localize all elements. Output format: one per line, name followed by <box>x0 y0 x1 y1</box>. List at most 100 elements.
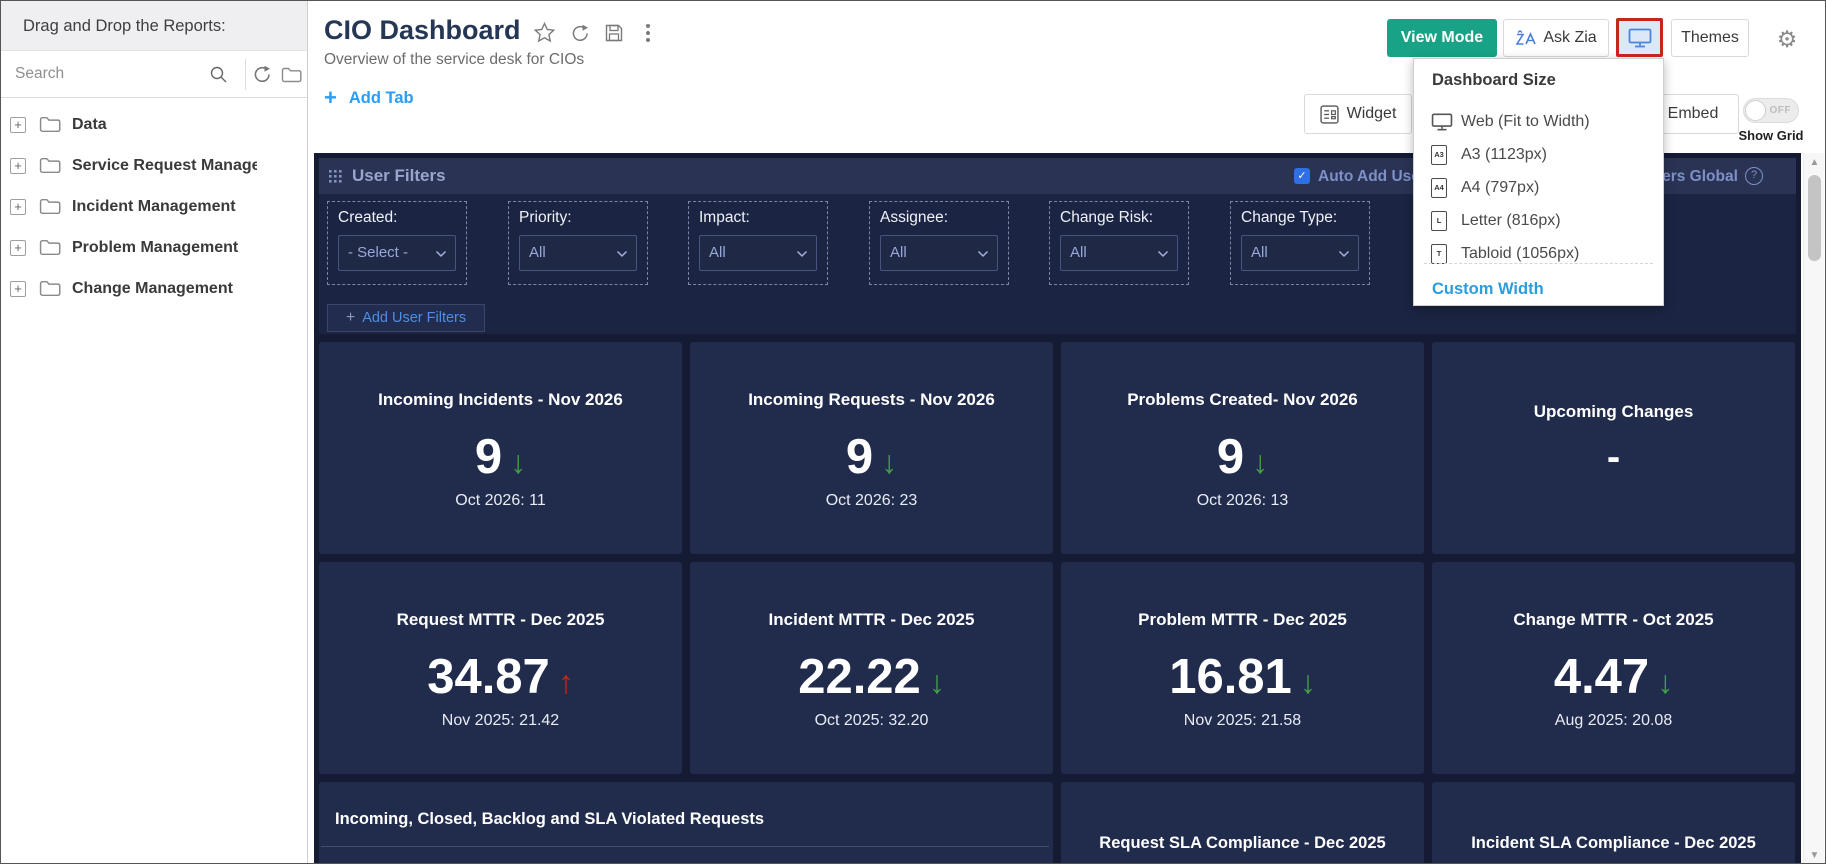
menu-item-a3[interactable]: A3 A3 (1123px) <box>1414 138 1663 171</box>
widget-icon <box>1319 104 1339 124</box>
refresh-icon[interactable] <box>253 65 272 84</box>
auto-add-checkbox[interactable]: ✓ <box>1294 168 1310 184</box>
view-mode-button[interactable]: View Mode <box>1387 19 1497 57</box>
filter-change-risk: Change Risk: All <box>1049 201 1189 285</box>
filter-created: Created: - Select - <box>327 201 467 285</box>
filter-impact: Impact: All <box>688 201 828 285</box>
page-a4-icon: A4 <box>1431 177 1447 198</box>
dashboard-size-button[interactable] <box>1616 18 1663 57</box>
menu-item-custom-width[interactable]: Custom Width <box>1432 275 1544 303</box>
report-tree: + Data + Service Request Manage... + Inc… <box>1 104 307 309</box>
sidebar-item-service-request-management[interactable]: + Service Request Manage... <box>1 145 307 186</box>
monitor-icon <box>1431 113 1453 130</box>
search-input[interactable] <box>15 59 200 89</box>
help-icon[interactable]: ? <box>1745 167 1763 185</box>
divider <box>321 846 1049 847</box>
folder-icon[interactable] <box>281 67 302 83</box>
vertical-scrollbar[interactable]: ▲ ▼ <box>1803 153 1825 863</box>
drag-handle-icon[interactable] <box>329 170 342 183</box>
trend-down-icon: ↓ <box>1299 664 1316 700</box>
trend-down-icon: ↓ <box>928 664 945 700</box>
chevron-down-icon <box>796 250 808 258</box>
page-title: CIO Dashboard <box>324 15 521 45</box>
menu-title: Dashboard Size <box>1432 71 1556 89</box>
sidebar-item-label: Incident Management <box>72 197 236 215</box>
chevron-down-icon <box>1157 250 1169 258</box>
menu-item-a4[interactable]: A4 A4 (797px) <box>1414 171 1663 204</box>
folder-icon <box>39 198 61 215</box>
scrollbar-area: ▲ ▼ <box>1801 153 1825 863</box>
filter-priority: Priority: All <box>508 201 648 285</box>
settings-gear-icon[interactable]: ⚙ <box>1769 21 1805 57</box>
sidebar-header: Drag and Drop the Reports: <box>1 1 307 51</box>
filter-assignee: Assignee: All <box>869 201 1009 285</box>
expand-plus-icon[interactable]: + <box>10 157 26 174</box>
kpi-card-request-mttr: Request MTTR - Dec 2025 34.87 ↑ Nov 2025:… <box>319 562 682 774</box>
folder-icon <box>39 280 61 297</box>
kpi-card-upcoming-changes: Upcoming Changes - <box>1432 342 1795 554</box>
add-user-filters-button[interactable]: + Add User Filters <box>327 304 485 332</box>
sidebar-item-label: Change Management <box>72 279 233 297</box>
widget-button[interactable]: Widget <box>1304 94 1412 134</box>
dashboard-size-menu: Dashboard Size Web (Fit to Width) A3 A3 … <box>1413 58 1664 306</box>
expand-plus-icon[interactable]: + <box>10 239 26 256</box>
trend-down-icon: ↓ <box>510 444 527 480</box>
refresh-icon[interactable] <box>571 24 590 43</box>
sidebar-item-label: Data <box>72 115 107 133</box>
expand-plus-icon[interactable]: + <box>10 280 26 297</box>
show-grid-label: Show Grid <box>1738 128 1804 143</box>
sidebar-item-incident-management[interactable]: + Incident Management <box>1 186 307 227</box>
chart-card-requests-overview: Incoming, Closed, Backlog and SLA Violat… <box>319 782 1053 863</box>
chevron-down-icon <box>435 250 447 258</box>
page-letter-icon: L <box>1431 210 1447 231</box>
menu-item-tabloid[interactable]: T Tabloid (1056px) <box>1414 237 1663 270</box>
sidebar-item-label: Problem Management <box>72 238 239 256</box>
assignee-select[interactable]: All <box>880 235 998 271</box>
trend-down-icon: ↓ <box>1657 664 1674 700</box>
scroll-up-icon[interactable]: ▲ <box>1804 157 1825 168</box>
plus-icon: + <box>345 309 356 326</box>
plus-icon: + <box>324 85 337 110</box>
more-options-icon[interactable] <box>645 23 651 43</box>
reports-sidebar: Drag and Drop the Reports: + Data + Serv… <box>1 1 308 863</box>
trend-down-icon: ↓ <box>1252 444 1269 480</box>
sidebar-item-problem-management[interactable]: + Problem Management <box>1 227 307 268</box>
change-risk-select[interactable]: All <box>1060 235 1178 271</box>
expand-plus-icon[interactable]: + <box>10 116 26 133</box>
themes-button[interactable]: Themes <box>1671 19 1749 57</box>
kpi-card-incoming-incidents: Incoming Incidents - Nov 2026 9 ↓ Oct 202… <box>319 342 682 554</box>
page-subtitle: Overview of the service desk for CIOs <box>324 51 585 68</box>
add-tab-button[interactable]: + Add Tab <box>324 87 414 109</box>
toggle-knob <box>1745 100 1766 121</box>
trend-down-icon: ↓ <box>881 444 898 480</box>
chevron-down-icon <box>977 250 989 258</box>
folder-icon <box>39 116 61 133</box>
created-select[interactable]: - Select - <box>338 235 456 271</box>
sidebar-item-data[interactable]: + Data <box>1 104 307 145</box>
favorite-star-icon[interactable] <box>534 22 555 43</box>
ask-zia-button[interactable]: Ask Zia <box>1503 19 1609 57</box>
show-grid-toggle[interactable]: OFF <box>1743 98 1799 123</box>
sidebar-item-change-management[interactable]: + Change Management <box>1 268 307 309</box>
folder-icon <box>39 157 61 174</box>
divider <box>245 59 246 90</box>
chart-card-request-sla: Request SLA Compliance - Dec 2025 <box>1061 782 1424 863</box>
page-a3-icon: A3 <box>1431 144 1447 165</box>
expand-plus-icon[interactable]: + <box>10 198 26 215</box>
change-type-select[interactable]: All <box>1241 235 1359 271</box>
scroll-down-icon[interactable]: ▼ <box>1804 850 1825 861</box>
check-icon: ✓ <box>1297 170 1307 182</box>
menu-item-letter[interactable]: L Letter (816px) <box>1414 204 1663 237</box>
trend-up-icon: ↑ <box>557 664 574 700</box>
impact-select[interactable]: All <box>699 235 817 271</box>
page-tabloid-icon: T <box>1431 243 1447 264</box>
menu-item-web-fit-to-width[interactable]: Web (Fit to Width) <box>1414 105 1663 138</box>
save-icon[interactable] <box>604 23 624 43</box>
app-window: Drag and Drop the Reports: + Data + Serv… <box>0 0 1826 864</box>
search-icon <box>210 66 227 83</box>
sidebar-search-bar <box>1 51 307 98</box>
scrollbar-thumb[interactable] <box>1808 175 1821 261</box>
kpi-card-incident-mttr: Incident MTTR - Dec 2025 22.22 ↓ Oct 2025… <box>690 562 1053 774</box>
kpi-card-problems-created: Problems Created- Nov 2026 9 ↓ Oct 2026: … <box>1061 342 1424 554</box>
priority-select[interactable]: All <box>519 235 637 271</box>
